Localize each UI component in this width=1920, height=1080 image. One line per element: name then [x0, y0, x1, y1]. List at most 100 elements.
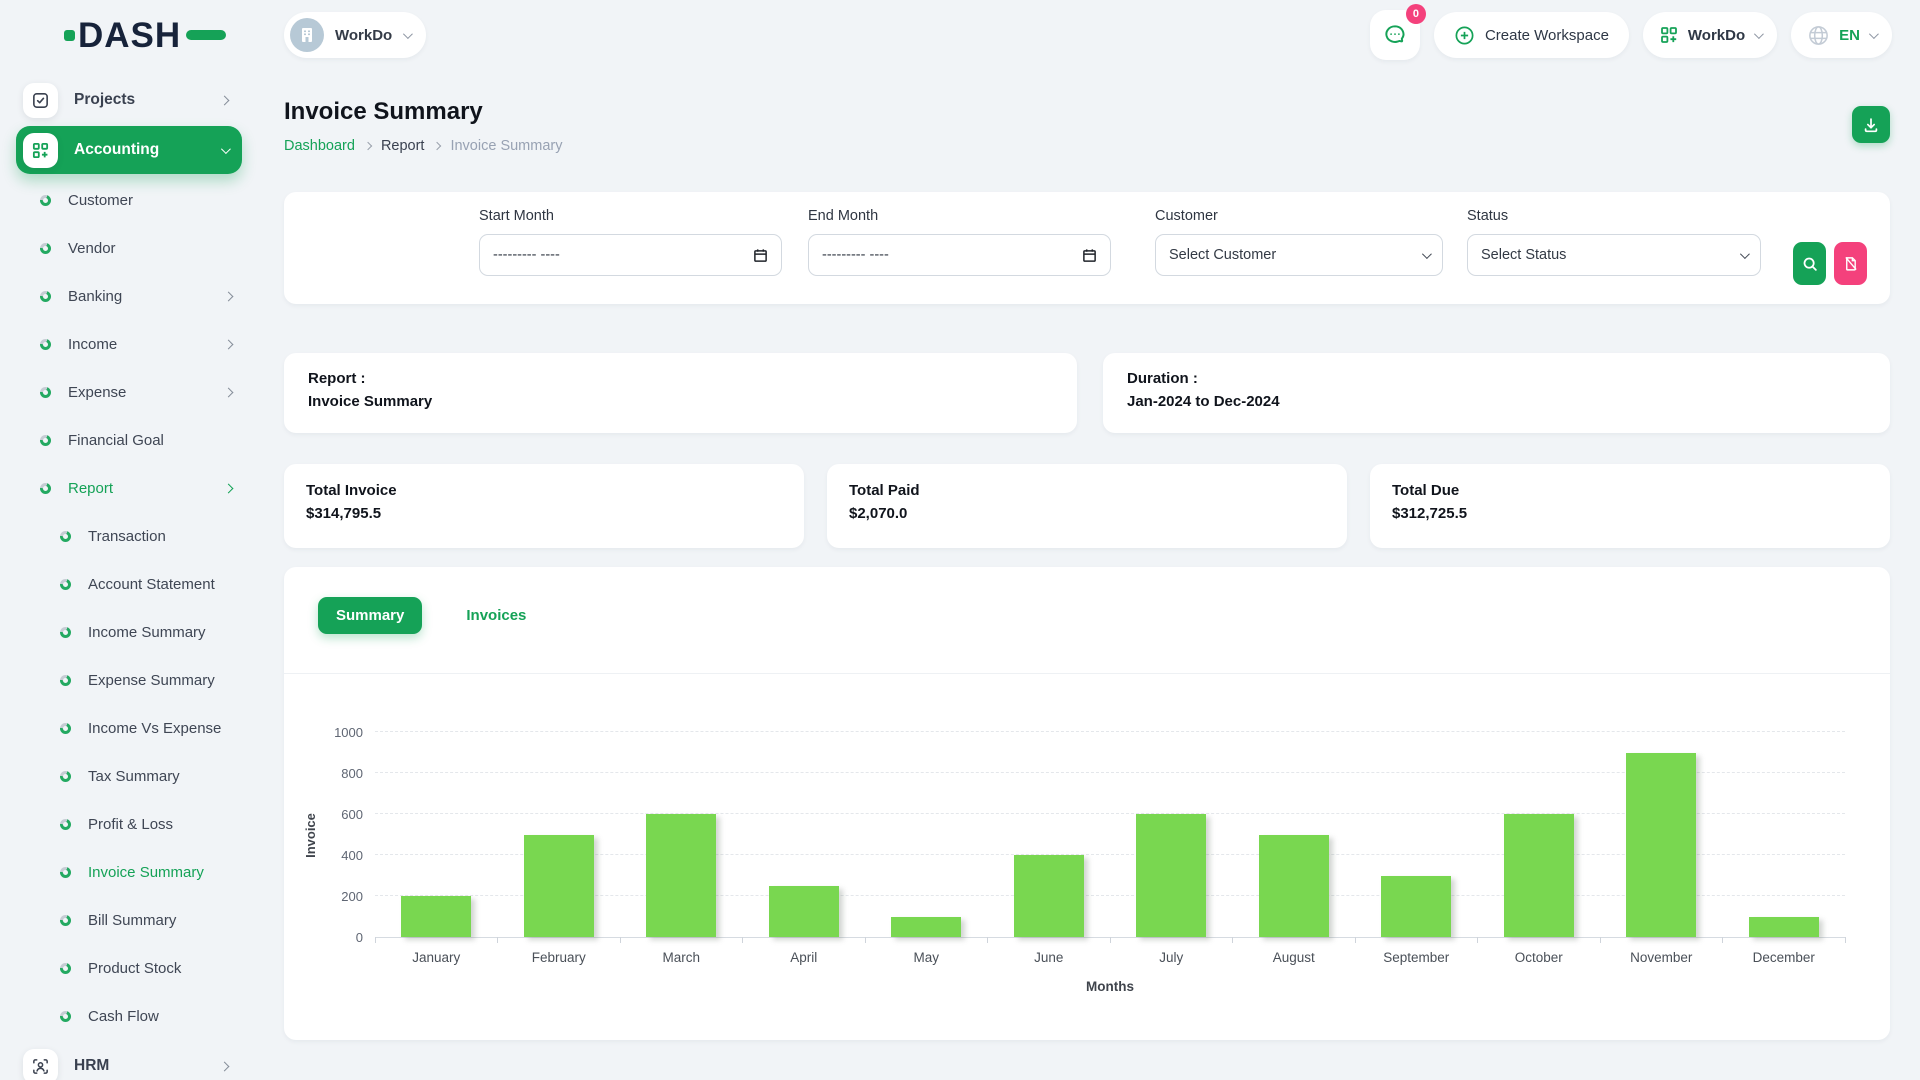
- user-scan-icon: [23, 1049, 58, 1080]
- x-tick-label-september: September: [1355, 937, 1478, 965]
- customer-select[interactable]: Select Customer: [1155, 234, 1443, 276]
- sidebar-item-banking[interactable]: Banking: [0, 272, 258, 320]
- x-tick-label-january: January: [375, 937, 498, 965]
- globe-icon: [1807, 24, 1830, 47]
- sidebar-item-bill-summary[interactable]: Bill Summary: [0, 896, 258, 944]
- bar-june[interactable]: [1014, 855, 1084, 937]
- bar-january[interactable]: [401, 896, 471, 937]
- bar-november[interactable]: [1626, 753, 1696, 938]
- chevron-down-icon: [403, 29, 413, 39]
- stats-row: Total Invoice $314,795.5 Total Paid $2,0…: [284, 464, 1890, 548]
- bar-february[interactable]: [524, 835, 594, 938]
- start-month-label: Start Month: [479, 208, 782, 224]
- sidebar-item-expense-summary[interactable]: Expense Summary: [0, 656, 258, 704]
- y-tick-label: 800: [313, 766, 363, 781]
- app-logo[interactable]: DASH: [64, 18, 258, 53]
- duration-label: Duration :: [1127, 370, 1866, 387]
- sidebar-item-income-summary[interactable]: Income Summary: [0, 608, 258, 656]
- bar-july[interactable]: [1136, 814, 1206, 937]
- bullet-icon: [40, 435, 51, 446]
- bullet-icon: [40, 291, 51, 302]
- sidebar-item-accounting[interactable]: Accounting: [16, 126, 242, 174]
- reset-filter-button[interactable]: [1834, 242, 1867, 285]
- bar-december[interactable]: [1749, 917, 1819, 938]
- bullet-icon: [60, 627, 71, 638]
- workdo-menu-label: WorkDo: [1688, 27, 1745, 44]
- bullet-icon: [60, 963, 71, 974]
- chevron-down-icon: [1754, 29, 1764, 39]
- sidebar-item-financial-goal[interactable]: Financial Goal: [0, 416, 258, 464]
- breadcrumb-dashboard-link[interactable]: Dashboard: [284, 138, 355, 154]
- sidebar-item-account-statement[interactable]: Account Statement: [0, 560, 258, 608]
- x-tick-label-june: June: [988, 937, 1111, 965]
- building-icon: [298, 26, 316, 44]
- notification-badge: 0: [1406, 4, 1426, 24]
- sidebar-item-projects[interactable]: Projects: [16, 76, 242, 124]
- sidebar-item-income[interactable]: Income: [0, 320, 258, 368]
- breadcrumb: Dashboard Report Invoice Summary: [284, 138, 1890, 154]
- end-month-input[interactable]: --------- ----: [808, 234, 1111, 276]
- grid-plus-icon: [23, 133, 58, 168]
- bullet-icon: [60, 675, 71, 686]
- x-tick-label-april: April: [743, 937, 866, 965]
- chevron-down-icon: [1740, 249, 1750, 259]
- sidebar-item-transaction[interactable]: Transaction: [0, 512, 258, 560]
- filter-panel: Start Month --------- ---- End Month ---…: [284, 192, 1890, 304]
- status-filter: Status Select Status: [1467, 208, 1761, 276]
- language-selector[interactable]: EN: [1791, 12, 1892, 58]
- sidebar-item-cash-flow[interactable]: Cash Flow: [0, 992, 258, 1040]
- tab-summary[interactable]: Summary: [318, 597, 422, 634]
- x-tick-label-december: December: [1723, 937, 1846, 965]
- main-content: Invoice Summary Dashboard Report Invoice…: [284, 70, 1890, 1080]
- x-tick-label-july: July: [1110, 937, 1233, 965]
- chevron-down-icon: [221, 144, 231, 154]
- download-button[interactable]: [1852, 106, 1890, 143]
- bullet-icon: [60, 867, 71, 878]
- x-tick-label-november: November: [1600, 937, 1723, 965]
- tab-invoices[interactable]: Invoices: [448, 597, 544, 634]
- sidebar-item-report[interactable]: Report: [0, 464, 258, 512]
- status-select[interactable]: Select Status: [1467, 234, 1761, 276]
- stat-label: Total Invoice: [306, 482, 782, 499]
- apply-filter-button[interactable]: [1793, 242, 1826, 285]
- bullet-icon: [60, 771, 71, 782]
- chevron-right-icon: [220, 95, 230, 105]
- create-workspace-button[interactable]: Create Workspace: [1434, 12, 1629, 58]
- sidebar-item-income-vs-expense[interactable]: Income Vs Expense: [0, 704, 258, 752]
- bar-september[interactable]: [1381, 876, 1451, 938]
- bullet-icon: [40, 243, 51, 254]
- sidebar-item-invoice-summary[interactable]: Invoice Summary: [0, 848, 258, 896]
- workspace-avatar: [290, 18, 324, 52]
- sidebar-item-tax-summary[interactable]: Tax Summary: [0, 752, 258, 800]
- bullet-icon: [60, 1011, 71, 1022]
- bullet-icon: [40, 387, 51, 398]
- workspace-switcher[interactable]: WorkDo: [284, 12, 426, 58]
- sidebar-item-product-stock[interactable]: Product Stock: [0, 944, 258, 992]
- end-month-filter: End Month --------- ----: [808, 208, 1111, 276]
- bar-august[interactable]: [1259, 835, 1329, 938]
- y-tick-label: 0: [313, 930, 363, 945]
- breadcrumb-report-link[interactable]: Report: [381, 138, 425, 154]
- bar-march[interactable]: [646, 814, 716, 937]
- sidebar-item-customer[interactable]: Customer: [0, 176, 258, 224]
- logo-dot-icon: [64, 30, 75, 41]
- checkbox-icon: [23, 83, 58, 118]
- bar-april[interactable]: [769, 886, 839, 937]
- x-tick-label-october: October: [1478, 937, 1601, 965]
- chevron-right-icon: [224, 291, 234, 301]
- sidebar-item-expense[interactable]: Expense: [0, 368, 258, 416]
- language-code: EN: [1839, 27, 1860, 44]
- bar-may[interactable]: [891, 917, 961, 938]
- stat-card-total-invoice: Total Invoice $314,795.5: [284, 464, 804, 548]
- bullet-icon: [60, 579, 71, 590]
- start-month-input[interactable]: --------- ----: [479, 234, 782, 276]
- sidebar-item-hrm[interactable]: HRM: [16, 1042, 242, 1080]
- x-tick-label-february: February: [498, 937, 621, 965]
- workdo-menu-button[interactable]: WorkDo: [1643, 12, 1777, 58]
- customer-label: Customer: [1155, 208, 1443, 224]
- notifications-button[interactable]: 0: [1370, 10, 1420, 60]
- page-header: Invoice Summary Dashboard Report Invoice…: [284, 98, 1890, 154]
- sidebar-item-profit-loss[interactable]: Profit & Loss: [0, 800, 258, 848]
- sidebar-item-vendor[interactable]: Vendor: [0, 224, 258, 272]
- bar-october[interactable]: [1504, 814, 1574, 937]
